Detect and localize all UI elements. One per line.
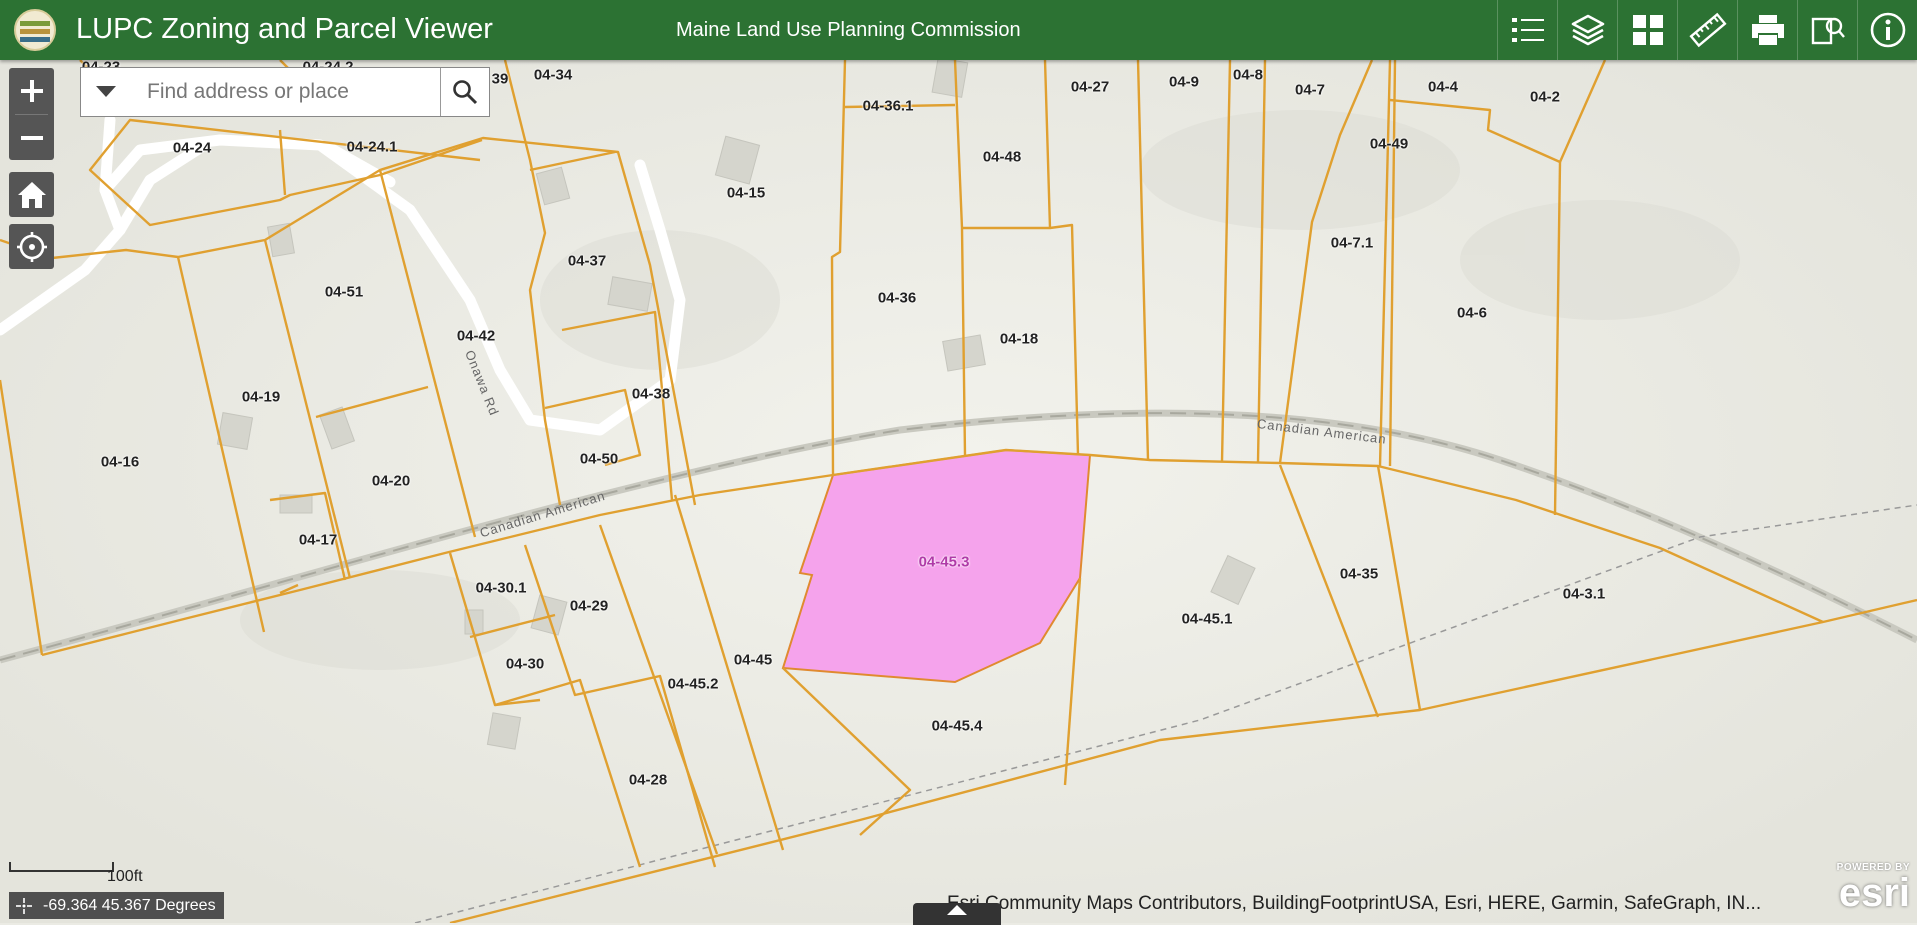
parcel-label: 04-17	[298, 531, 338, 549]
parcel-label: 04-8	[1232, 66, 1264, 84]
attribution-toggle[interactable]	[913, 903, 1001, 925]
search-widget	[80, 67, 490, 117]
parcel-label: 04-15	[726, 184, 766, 202]
parcel-label: 04-42	[456, 327, 496, 345]
parcel-label: 04-19	[241, 388, 281, 406]
parcel-label: 04-7	[1294, 81, 1326, 99]
chevron-up-icon	[947, 905, 967, 915]
parcel-label: 04-35	[1339, 565, 1379, 583]
parcel-label: 04-30.1	[475, 579, 527, 597]
map-canvas[interactable]	[0, 0, 1917, 923]
parcel-label: 04-27	[1070, 78, 1110, 96]
parcel-label: 39	[491, 70, 509, 88]
locate-button[interactable]	[9, 224, 54, 269]
parcel-label: 04-49	[1369, 135, 1409, 153]
plus-icon	[20, 80, 43, 102]
print-button[interactable]	[1737, 0, 1797, 60]
parcel-label: 04-6	[1456, 304, 1488, 322]
measure-icon	[1688, 12, 1727, 48]
esri-wordmark: esri	[1838, 871, 1910, 915]
parcel-label: 04-24.1	[346, 138, 398, 156]
basemap-gallery-button[interactable]	[1617, 0, 1677, 60]
parcel-label: 04-9	[1168, 73, 1200, 91]
lupc-logo	[14, 9, 56, 51]
minus-icon	[20, 136, 43, 140]
parcel-label: 04-45.2	[667, 675, 719, 693]
parcel-label: 04-2	[1529, 88, 1561, 106]
basemap-gallery-icon	[1632, 15, 1663, 45]
parcel-label: 04-7.1	[1330, 234, 1374, 252]
zoom-in-button[interactable]	[9, 68, 54, 114]
scale-bar	[9, 862, 114, 872]
home-icon	[17, 181, 46, 208]
map-attribution[interactable]: Esri Community Maps Contributors, Buildi…	[947, 893, 1761, 915]
locate-icon	[16, 231, 47, 262]
parcel-label: 04-45.4	[931, 717, 983, 735]
coordinate-readout: -69.364 45.367 Degrees	[43, 896, 216, 914]
parcel-label: 04-50	[579, 450, 619, 468]
parcel-label: 04-20	[371, 472, 411, 490]
measure-button[interactable]	[1677, 0, 1737, 60]
parcel-label: 04-16	[100, 453, 140, 471]
parcel-label: 04-28	[628, 771, 668, 789]
selected-parcel-label: 04-45.3	[918, 553, 970, 571]
parcel-label: 04-18	[999, 330, 1039, 348]
zoom-control	[9, 68, 54, 160]
home-button[interactable]	[9, 172, 54, 217]
crosshair-icon	[16, 897, 32, 914]
parcel-label: 04-24	[172, 139, 212, 157]
search-source-dropdown[interactable]	[81, 68, 131, 116]
esri-logo[interactable]: POWERED BY esri	[1815, 862, 1910, 918]
layers-button[interactable]	[1557, 0, 1617, 60]
parcel-label: 04-48	[982, 148, 1022, 166]
app-title: LUPC Zoning and Parcel Viewer	[76, 13, 493, 45]
parcel-label: 04-45.1	[1181, 610, 1233, 628]
header-toolbar	[1497, 0, 1917, 60]
zoom-out-button[interactable]	[9, 115, 54, 161]
legend-button[interactable]	[1497, 0, 1557, 60]
app-header: LUPC Zoning and Parcel Viewer Maine Land…	[0, 0, 1917, 60]
query-button[interactable]	[1797, 0, 1857, 60]
parcel-label: 04-3.1	[1562, 585, 1606, 603]
parcel-label: 04-38	[631, 385, 671, 403]
parcel-label: 04-36.1	[862, 97, 914, 115]
app-subtitle: Maine Land Use Planning Commission	[676, 19, 1021, 41]
parcel-label: 04-36	[877, 289, 917, 307]
print-icon	[1751, 15, 1784, 45]
about-button[interactable]	[1857, 0, 1917, 60]
scale-label: 100ft	[107, 868, 143, 885]
legend-icon	[1511, 18, 1544, 42]
parcel-label: 04-45	[733, 651, 773, 669]
map-view[interactable]: Onawa Rd Canadian American Canadian Amer…	[0, 0, 1917, 923]
parcel-label: 04-29	[569, 597, 609, 615]
info-icon	[1870, 12, 1905, 48]
parcel-label: 04-51	[324, 283, 364, 301]
query-icon	[1811, 17, 1845, 45]
parcel-label: 04-30	[505, 655, 545, 673]
search-input[interactable]	[131, 68, 440, 116]
parcel-label: 04-4	[1427, 78, 1459, 96]
parcel-label: 04-37	[567, 252, 607, 270]
layers-icon	[1571, 14, 1604, 46]
parcel-label: 04-34	[533, 66, 573, 84]
coordinate-widget: -69.364 45.367 Degrees	[9, 892, 224, 919]
search-button[interactable]	[440, 68, 489, 116]
coordinate-crosshair-button[interactable]	[13, 895, 35, 917]
search-icon	[453, 80, 478, 105]
caret-down-icon	[96, 86, 116, 97]
